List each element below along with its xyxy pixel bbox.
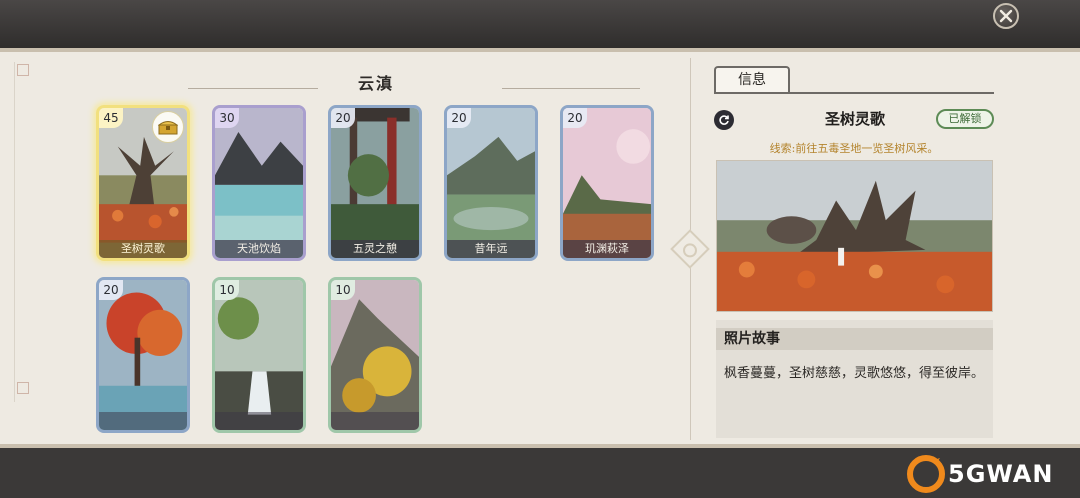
photo-card[interactable]: 30 天池饮焰 bbox=[212, 105, 306, 261]
card-name: 五灵之憩 bbox=[331, 240, 419, 258]
treasure-chest-icon[interactable] bbox=[152, 111, 184, 143]
card-name: 昔年远 bbox=[447, 240, 535, 258]
photo-card[interactable]: 20 五灵之憩 bbox=[328, 105, 422, 261]
tab-underline bbox=[714, 92, 994, 94]
site-watermark: 5GWAN bbox=[906, 452, 1053, 496]
photo-card[interactable]: 45 圣树灵歌 bbox=[96, 105, 190, 261]
photo-card[interactable]: 20 玑渊萩泽 bbox=[560, 105, 654, 261]
photo-title: 圣树灵歌 bbox=[824, 110, 885, 128]
photo-story: 照片故事 枫香蔓蔓，圣树慈慈，灵歌悠悠，得至彼岸。 bbox=[716, 320, 993, 438]
card-level: 20 bbox=[331, 108, 355, 128]
card-level: 20 bbox=[563, 108, 587, 128]
card-art bbox=[447, 108, 535, 258]
card-art bbox=[215, 280, 303, 430]
photo-card[interactable]: 10 bbox=[328, 277, 422, 433]
clue-text: 线索:前往五毒圣地一览圣树风采。 bbox=[769, 142, 939, 155]
card-art bbox=[563, 108, 651, 258]
left-decoration bbox=[14, 62, 33, 402]
seal-mark bbox=[17, 64, 29, 76]
photo-preview bbox=[716, 160, 993, 312]
photo-card[interactable]: 10 bbox=[212, 277, 306, 433]
card-level: 10 bbox=[331, 280, 355, 300]
story-heading: 照片故事 bbox=[716, 328, 993, 350]
card-name: 圣树灵歌 bbox=[99, 240, 187, 258]
photo-card[interactable]: 20 昔年远 bbox=[444, 105, 538, 261]
photo-card[interactable]: 20 bbox=[96, 277, 190, 433]
card-art bbox=[99, 280, 187, 430]
close-button[interactable] bbox=[993, 3, 1019, 29]
card-art bbox=[215, 108, 303, 258]
watermark-text: 5GWAN bbox=[948, 460, 1054, 488]
refresh-icon[interactable] bbox=[714, 110, 734, 130]
card-name: 玑渊萩泽 bbox=[563, 240, 651, 258]
card-level: 30 bbox=[215, 108, 239, 128]
card-name bbox=[99, 412, 187, 430]
card-level: 20 bbox=[99, 280, 123, 300]
card-level: 10 bbox=[215, 280, 239, 300]
title-rule-left bbox=[188, 88, 318, 89]
close-icon bbox=[999, 9, 1013, 23]
card-name bbox=[215, 412, 303, 430]
card-name: 天池饮焰 bbox=[215, 240, 303, 258]
card-name bbox=[331, 412, 419, 430]
card-art bbox=[331, 108, 419, 258]
card-art bbox=[331, 280, 419, 430]
tab-info[interactable]: 信息 bbox=[714, 66, 790, 92]
seal-mark bbox=[17, 382, 29, 394]
card-level: 20 bbox=[447, 108, 471, 128]
region-title: 云滇 bbox=[357, 74, 394, 93]
story-text: 枫香蔓蔓，圣树慈慈，灵歌悠悠，得至彼岸。 bbox=[724, 366, 985, 381]
top-bar bbox=[0, 0, 1080, 48]
title-rule-right bbox=[502, 88, 640, 89]
watermark-logo-icon bbox=[907, 455, 945, 493]
status-badge: 已解锁 bbox=[936, 109, 994, 129]
card-level: 45 bbox=[99, 108, 123, 128]
